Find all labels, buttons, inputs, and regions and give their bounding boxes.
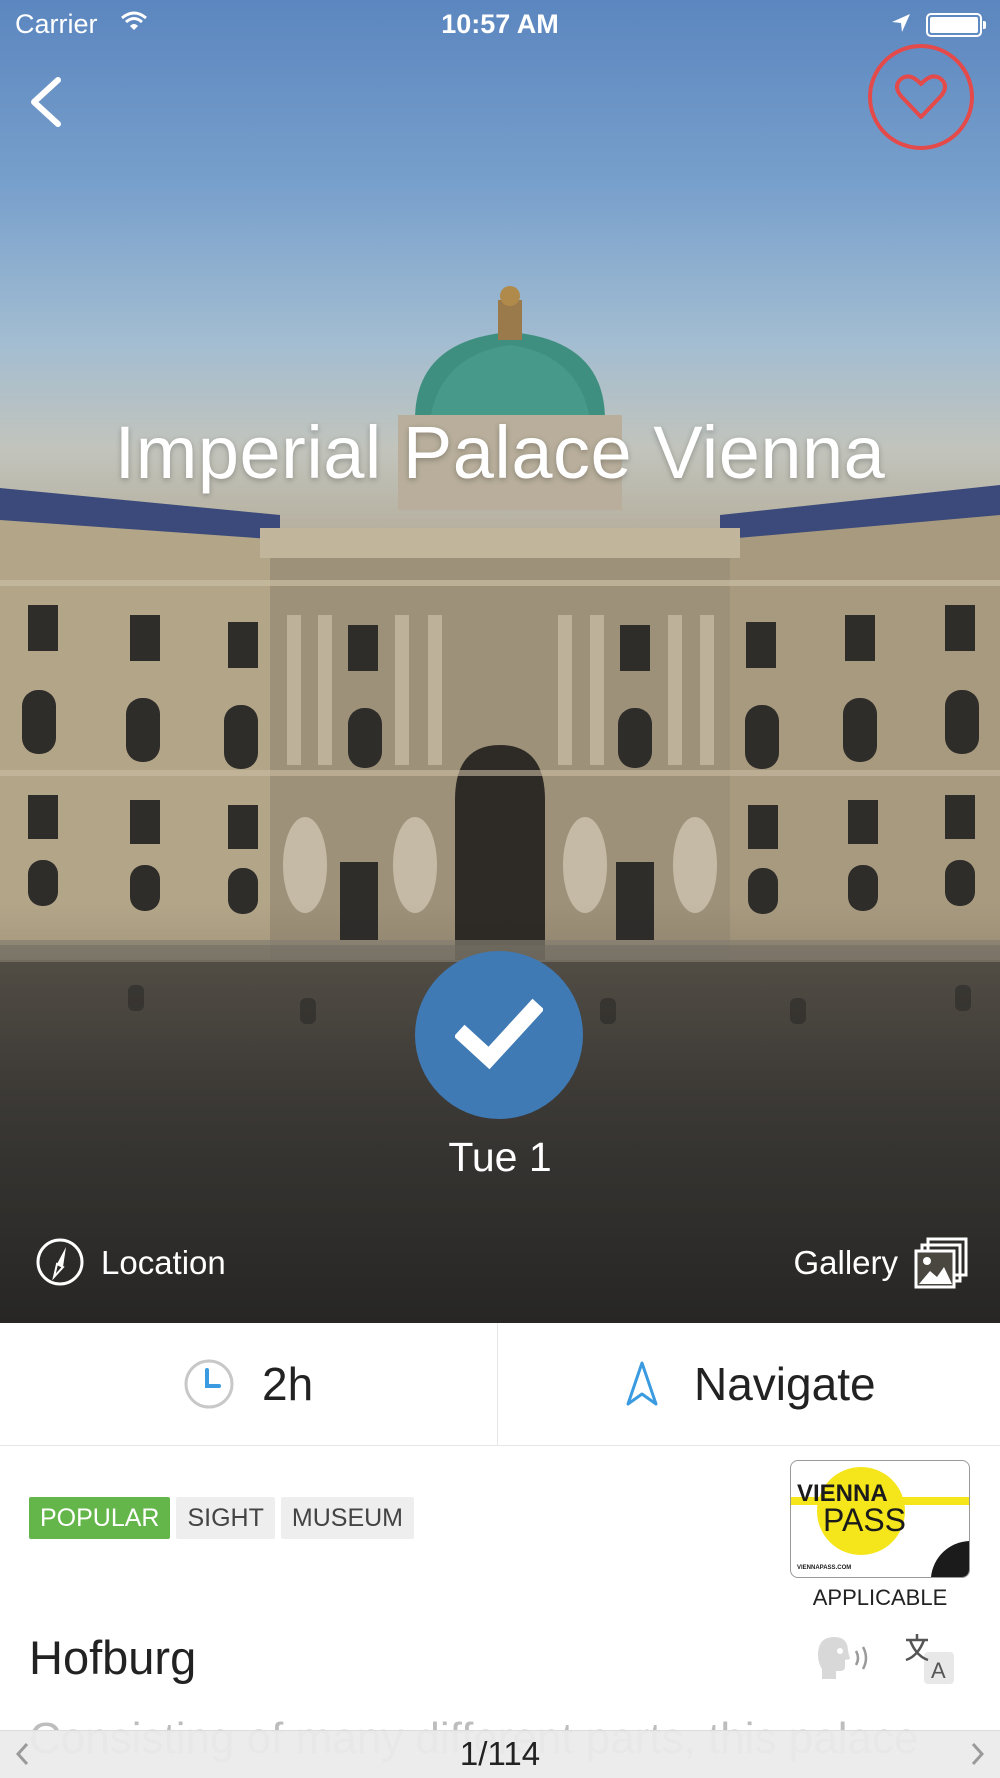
- tag-museum[interactable]: MUSEUM: [280, 1497, 414, 1539]
- speaker-head-icon: [818, 1637, 868, 1679]
- place-name: Hofburg: [29, 1631, 197, 1684]
- hero-photo: [0, 0, 1000, 1323]
- clock-icon: [184, 1359, 234, 1409]
- status-bar: Carrier 10:57 AM: [0, 0, 1000, 50]
- visited-check-button[interactable]: [415, 951, 583, 1119]
- compass-icon: [36, 1238, 84, 1286]
- chevron-right-icon[interactable]: [970, 1741, 986, 1767]
- svg-text:A: A: [931, 1658, 946, 1683]
- tag-popular[interactable]: POPULAR: [29, 1497, 171, 1539]
- visited-day-label: Tue 1: [448, 1134, 552, 1180]
- info-bar: 2h Navigate: [0, 1323, 1000, 1446]
- checkmark-icon: [455, 998, 543, 1070]
- chevron-left-icon: [31, 77, 61, 127]
- page-counter: 1/114: [459, 1735, 541, 1772]
- pass-url: VIENNAPASS.COM: [797, 1565, 851, 1571]
- category-tags: POPULAR SIGHT MUSEUM: [29, 1497, 420, 1539]
- audio-guide-button[interactable]: [812, 1633, 874, 1683]
- duration-value: 2h: [262, 1358, 314, 1410]
- vienna-pass-badge[interactable]: VIENNA PASS VIENNAPASS.COM: [790, 1460, 970, 1578]
- back-button[interactable]: [22, 72, 72, 132]
- heart-icon: [895, 74, 947, 119]
- pager-bar: 1/114: [0, 1730, 1000, 1778]
- navigate-label: Navigate: [694, 1358, 876, 1410]
- translate-icon: A: [905, 1634, 954, 1684]
- navigation-arrow-icon: [626, 1361, 658, 1406]
- navigate-button[interactable]: Navigate: [498, 1323, 1000, 1445]
- pass-applicable-label: APPLICABLE: [812, 1585, 948, 1610]
- clock-time: 10:57 AM: [441, 9, 559, 39]
- duration-info: 2h: [0, 1323, 497, 1445]
- battery-icon: [926, 13, 986, 37]
- vienna-pass-logo: VIENNA PASS VIENNAPASS.COM: [791, 1467, 969, 1577]
- gallery-link[interactable]: Gallery: [768, 1237, 968, 1289]
- translate-button[interactable]: A: [900, 1630, 956, 1686]
- attraction-title: Imperial Palace Vienna: [114, 411, 886, 494]
- gallery-label: Gallery: [793, 1244, 898, 1281]
- tag-sight[interactable]: SIGHT: [176, 1497, 275, 1539]
- location-label: Location: [101, 1244, 226, 1281]
- location-services-icon: [892, 14, 910, 32]
- attraction-detail-screen: Carrier 10:57 AM Imperial Palace Vienna …: [0, 0, 1000, 1778]
- pass-brand-bottom: PASS: [823, 1502, 906, 1538]
- gallery-icon: [914, 1237, 968, 1289]
- location-link[interactable]: Location: [35, 1237, 226, 1289]
- favorite-button[interactable]: [868, 44, 974, 150]
